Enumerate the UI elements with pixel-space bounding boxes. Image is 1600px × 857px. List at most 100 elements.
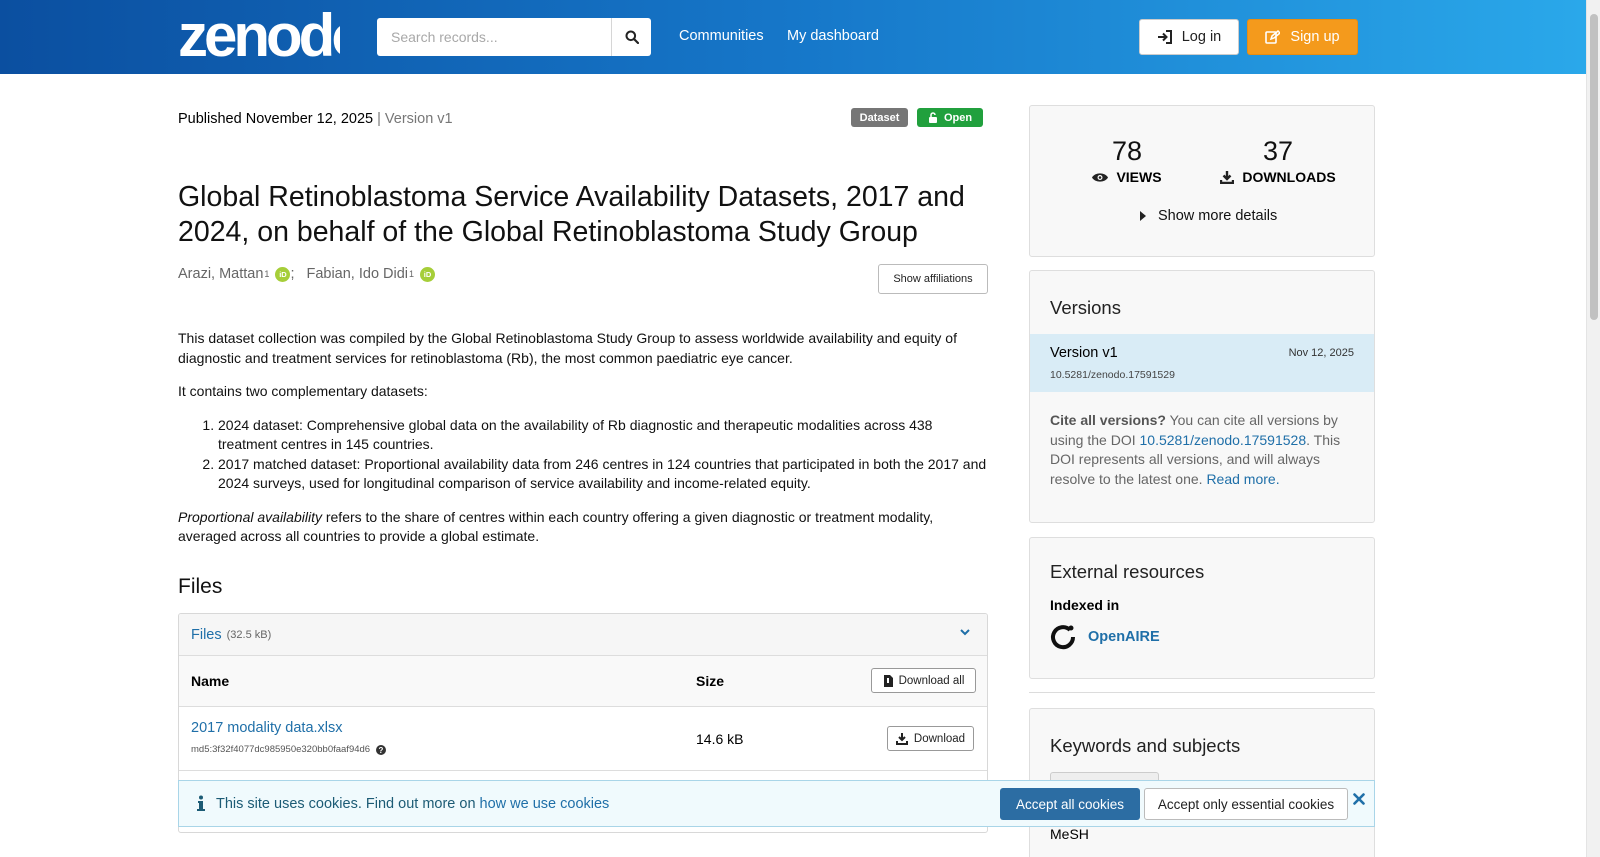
versions-heading: Versions <box>1050 297 1121 318</box>
nav-communities[interactable]: Communities <box>679 28 764 44</box>
file-archive-icon <box>883 674 893 687</box>
nav-my-dashboard[interactable]: My dashboard <box>787 28 879 44</box>
resource-type-badge: Dataset <box>851 108 908 127</box>
views-label-row: VIEWS <box>1090 169 1164 185</box>
files-panel-header[interactable]: Files (32.5 kB) <box>179 614 987 656</box>
download-button[interactable]: Download <box>887 726 974 751</box>
creators-list: Arazi, Mattan 1 iD; Fabian, Ido Didi 1 iD <box>178 266 436 282</box>
search-icon <box>625 30 639 44</box>
published-date: November 12, 2025 <box>245 111 374 127</box>
version-date: Nov 12, 2025 <box>1288 347 1354 359</box>
file-name-link[interactable]: 2017 modality data.xlsx <box>191 720 343 736</box>
downloads-label-row: DOWNLOADS <box>1220 169 1336 185</box>
signup-label: Sign up <box>1290 29 1340 45</box>
unlock-icon <box>928 112 937 123</box>
login-label: Log in <box>1181 29 1222 45</box>
published-prefix: Published <box>178 111 242 127</box>
signup-button[interactable]: Sign up <box>1247 19 1358 55</box>
show-more-details-toggle[interactable]: Show more details <box>1140 208 1277 224</box>
cookie-banner: This site uses cookies. Find out more on… <box>178 780 1375 827</box>
description-emphasis: Proportional availability <box>178 508 322 525</box>
list-item: 2024 dataset: Comprehensive global data … <box>218 416 988 455</box>
cite-bold: Cite all versions? <box>1050 412 1166 428</box>
close-icon[interactable] <box>1353 793 1365 805</box>
cite-all-versions: Cite all versions? You can cite all vers… <box>1050 411 1356 489</box>
external-resources-heading: External resources <box>1050 561 1205 582</box>
record-title: Global Retinoblastoma Service Availabili… <box>178 181 965 248</box>
page-scrollbar[interactable] <box>1586 0 1600 857</box>
creator-affiliation-number: 1 <box>409 269 415 279</box>
description-paragraph: It contains two complementary datasets: <box>178 383 428 399</box>
openaire-link[interactable]: OpenAIRE <box>1088 629 1160 645</box>
views-stat: 78 VIEWS <box>1090 136 1164 185</box>
downloads-label: DOWNLOADS <box>1242 169 1336 185</box>
download-all-label: Download all <box>898 674 965 687</box>
files-panel-label: Files <box>191 626 222 643</box>
mesh-label: MeSH <box>1050 826 1089 842</box>
file-size: 14.6 kB <box>696 731 744 747</box>
files-panel-size: (32.5 kB) <box>226 628 272 641</box>
creator-affiliation-number: 1 <box>264 269 270 279</box>
accept-essential-label: Accept only essential cookies <box>1157 796 1335 812</box>
downloads-stat: 37 DOWNLOADS <box>1220 136 1336 185</box>
question-circle-icon[interactable]: ? <box>376 744 387 755</box>
accept-essential-cookies-button[interactable]: Accept only essential cookies <box>1144 788 1348 820</box>
chevron-down-icon[interactable] <box>959 626 971 638</box>
caret-right-icon <box>1140 211 1146 221</box>
show-affiliations-label: Show affiliations <box>893 273 973 285</box>
column-name: Name <box>191 673 230 689</box>
stats-panel: 78 VIEWS 37 DOWNLOADS Show more details <box>1029 105 1375 257</box>
file-checksum: md5:3f32f4077dc985950e320bb0faaf94d6 ? <box>191 744 387 755</box>
access-label: Open <box>943 111 973 124</box>
cookie-message: This site uses cookies. Find out more on… <box>216 796 609 812</box>
files-heading: Files <box>178 575 223 598</box>
search-input[interactable] <box>377 18 611 56</box>
show-affiliations-button[interactable]: Show affiliations <box>878 264 988 294</box>
keywords-heading: Keywords and subjects <box>1050 735 1241 756</box>
description-paragraph: Proportional availability refers to the … <box>178 508 988 547</box>
concept-doi-link[interactable]: 10.5281/zenodo.17591528 <box>1140 432 1307 448</box>
sidebar-divider <box>1029 692 1375 693</box>
list-item: 2017 matched dataset: Proportional avail… <box>218 455 988 494</box>
indexed-in-label: Indexed in <box>1050 597 1120 613</box>
download-label: Download <box>913 732 966 745</box>
description-paragraph: This dataset collection was compiled by … <box>178 330 957 366</box>
scrollbar-thumb[interactable] <box>1590 14 1598 320</box>
resource-type-label: Dataset <box>859 111 900 124</box>
sign-in-icon <box>1157 30 1172 44</box>
download-all-button[interactable]: Download all <box>871 668 976 693</box>
cookie-policy-link[interactable]: how we use cookies <box>480 796 610 812</box>
table-row: 2017 modality data.xlsx md5:3f32f4077dc9… <box>179 707 987 771</box>
login-button[interactable]: Log in <box>1139 19 1239 55</box>
accept-all-cookies-button[interactable]: Accept all cookies <box>1000 788 1140 820</box>
views-count: 78 <box>1111 136 1143 166</box>
views-label: VIEWS <box>1116 169 1162 185</box>
column-size: Size <box>696 673 725 689</box>
checksum-text: md5:3f32f4077dc985950e320bb0faaf94d6 <box>191 744 371 755</box>
dataset-list: 2024 dataset: Comprehensive global data … <box>218 416 988 494</box>
eye-icon <box>1092 172 1109 182</box>
versions-panel: Versions Version v1 Nov 12, 2025 10.5281… <box>1029 270 1375 523</box>
edit-icon <box>1265 30 1281 44</box>
creator-separator: ; <box>290 266 295 282</box>
svg-text:?: ? <box>379 746 384 755</box>
files-table-header: Name Size Download all <box>179 656 987 707</box>
downloads-count: 37 <box>1262 136 1294 166</box>
cookie-text: This site uses cookies. Find out more on <box>216 796 480 812</box>
read-more-link[interactable]: Read more. <box>1206 471 1279 487</box>
record-description: This dataset collection was compiled by … <box>178 329 988 561</box>
orcid-icon[interactable]: iD <box>420 266 436 282</box>
creator-name[interactable]: Fabian, Ido Didi <box>306 266 408 282</box>
version-name: Version v1 <box>1050 345 1118 361</box>
access-badge: Open <box>917 108 983 127</box>
zenodo-logo[interactable]: zenodo <box>178 4 340 64</box>
creator-name[interactable]: Arazi, Mattan <box>178 266 263 282</box>
openaire-entry: OpenAIRE <box>1050 624 1160 650</box>
orcid-icon[interactable]: iD <box>275 266 291 282</box>
top-header: zenodo Communities My dashboard Log in S… <box>0 0 1586 74</box>
search-box <box>377 18 651 56</box>
search-button[interactable] <box>611 18 651 56</box>
download-icon <box>895 732 908 745</box>
version-doi: 10.5281/zenodo.17591529 <box>1050 369 1175 381</box>
version-item-current[interactable]: Version v1 Nov 12, 2025 10.5281/zenodo.1… <box>1030 334 1374 392</box>
